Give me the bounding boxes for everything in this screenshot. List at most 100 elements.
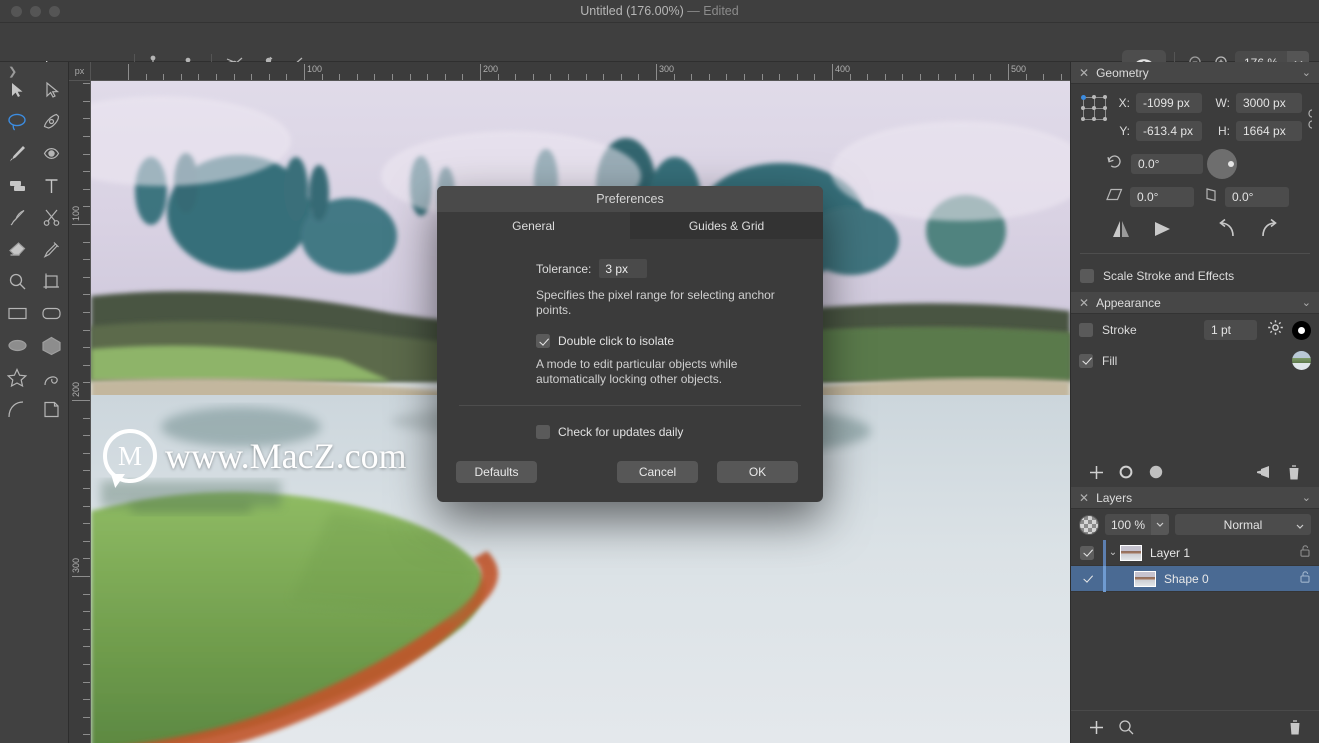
scale-stroke-row[interactable]: Scale Stroke and Effects xyxy=(1071,269,1319,292)
close-x-icon[interactable]: ✕ xyxy=(1079,67,1089,79)
tolerance-input[interactable]: 3 px xyxy=(599,259,648,278)
lock-open-icon[interactable] xyxy=(1300,545,1310,560)
chevron-down-icon[interactable]: ⌄ xyxy=(1302,66,1311,79)
y-input[interactable]: -613.4 px xyxy=(1136,121,1202,141)
rotate-right-icon[interactable] xyxy=(1252,217,1286,241)
arc-tool[interactable] xyxy=(0,398,35,421)
chevron-down-icon[interactable] xyxy=(1151,514,1170,535)
geometry-panel-header[interactable]: ✕ Geometry ⌄ xyxy=(1071,62,1319,84)
ruler-tick xyxy=(444,74,446,80)
horizontal-ruler[interactable]: 100 200 300 400 500 xyxy=(91,62,1070,81)
blend-mode-select[interactable]: Normal xyxy=(1175,514,1311,535)
link-chain-icon[interactable] xyxy=(1307,108,1316,133)
ruler-tick xyxy=(462,74,464,80)
flip-horizontal-icon[interactable] xyxy=(1104,217,1138,241)
new-stroke-icon[interactable] xyxy=(1111,459,1141,485)
isolate-checkbox[interactable] xyxy=(536,334,550,348)
updates-checkbox[interactable] xyxy=(536,425,550,439)
fill-tool[interactable] xyxy=(35,142,70,165)
layer-name[interactable]: Layer 1 xyxy=(1150,546,1300,560)
search-layer-icon[interactable] xyxy=(1111,714,1141,740)
table-row[interactable]: Shape 0 xyxy=(1071,565,1319,592)
effects-icon[interactable] xyxy=(1249,459,1279,485)
layer-visibility-checkbox[interactable] xyxy=(1080,545,1094,560)
shape-builder-tool[interactable] xyxy=(0,174,35,197)
stroke-checkbox[interactable] xyxy=(1079,323,1093,337)
new-fill-icon[interactable] xyxy=(1141,459,1171,485)
h-input[interactable]: 1664 px xyxy=(1236,121,1302,141)
layer-opacity-input[interactable]: 100 % xyxy=(1105,514,1152,535)
chevron-down-icon[interactable] xyxy=(1296,518,1304,532)
table-row[interactable]: ⌄ Layer 1 xyxy=(1071,539,1319,566)
eraser-tool[interactable] xyxy=(0,238,35,261)
cancel-button[interactable]: Cancel xyxy=(617,461,698,483)
h-label: H: xyxy=(1218,124,1230,138)
zoom-tool[interactable] xyxy=(0,270,35,293)
checker-opacity-icon[interactable] xyxy=(1079,514,1099,535)
fill-color-swatch[interactable] xyxy=(1292,351,1311,370)
ok-button[interactable]: OK xyxy=(717,461,798,483)
isolate-row[interactable]: Double click to isolate xyxy=(536,334,823,348)
spiral-tool[interactable] xyxy=(35,366,70,389)
page-shape-tool[interactable] xyxy=(35,398,70,421)
gear-icon[interactable] xyxy=(1267,319,1284,341)
scissors-tool[interactable] xyxy=(35,206,70,229)
stroke-color-swatch[interactable] xyxy=(1292,320,1311,340)
text-tool[interactable] xyxy=(35,174,70,197)
vertical-ruler[interactable]: 100 200 300 xyxy=(69,81,91,743)
scale-stroke-checkbox[interactable] xyxy=(1080,269,1094,283)
pen-tool[interactable] xyxy=(35,110,70,133)
updates-row[interactable]: Check for updates daily xyxy=(536,425,823,439)
polygon-tool[interactable] xyxy=(35,334,70,357)
fill-row[interactable]: Fill xyxy=(1071,346,1319,375)
stroke-row[interactable]: Stroke 1 pt xyxy=(1071,314,1319,346)
ruler-tick xyxy=(761,74,763,80)
anchor-point-selector[interactable] xyxy=(1080,93,1110,127)
w-input[interactable]: 3000 px xyxy=(1236,93,1302,113)
flip-vertical-icon[interactable] xyxy=(1146,217,1180,241)
stroke-width-input[interactable]: 1 pt xyxy=(1204,320,1257,340)
rotation-dial[interactable] xyxy=(1207,149,1237,179)
appearance-panel-header[interactable]: ✕ Appearance ⌄ xyxy=(1071,292,1319,314)
main-toolbar: Lasso xyxy=(0,23,1319,76)
chevron-down-icon[interactable]: ⌄ xyxy=(1302,296,1311,309)
chevron-right-icon[interactable]: ❯ xyxy=(8,65,17,78)
node-tool[interactable] xyxy=(35,78,70,101)
layer-name[interactable]: Shape 0 xyxy=(1164,572,1300,586)
rotate-ccw-icon[interactable] xyxy=(1106,153,1123,175)
shear-y-input[interactable]: 0.0° xyxy=(1225,187,1289,207)
fill-checkbox[interactable] xyxy=(1079,353,1093,368)
ruler-unit-label[interactable]: px xyxy=(69,62,91,81)
chevron-down-icon[interactable]: ⌄ xyxy=(1106,547,1120,558)
paint-brush-tool[interactable] xyxy=(0,142,35,165)
knife-tool[interactable] xyxy=(0,206,35,229)
shear-horizontal-icon xyxy=(1106,187,1123,207)
rotation-input[interactable]: 0.0° xyxy=(1131,154,1203,174)
add-icon[interactable] xyxy=(1081,459,1111,485)
close-x-icon[interactable]: ✕ xyxy=(1079,297,1089,309)
ellipse-tool[interactable] xyxy=(0,334,35,357)
star-tool[interactable] xyxy=(0,366,35,389)
add-layer-icon[interactable] xyxy=(1081,714,1111,740)
x-input[interactable]: -1099 px xyxy=(1136,93,1202,113)
rectangle-tool[interactable] xyxy=(0,302,35,325)
rounded-rectangle-tool[interactable] xyxy=(35,302,70,325)
trash-icon[interactable] xyxy=(1280,714,1310,740)
close-x-icon[interactable]: ✕ xyxy=(1079,492,1089,504)
shear-x-input[interactable]: 0.0° xyxy=(1130,187,1194,207)
lasso-tool[interactable] xyxy=(0,110,35,133)
chevron-down-icon[interactable]: ⌄ xyxy=(1302,491,1311,504)
tab-guides-and-grid[interactable]: Guides & Grid xyxy=(630,212,823,239)
tab-general[interactable]: General xyxy=(437,212,630,239)
ruler-tick xyxy=(83,681,90,683)
eyedropper-tool[interactable] xyxy=(35,238,70,261)
defaults-button[interactable]: Defaults xyxy=(456,461,537,483)
trash-icon[interactable] xyxy=(1279,459,1309,485)
layers-panel-header[interactable]: ✕ Layers ⌄ xyxy=(1071,487,1319,509)
move-tool[interactable] xyxy=(0,78,35,101)
lock-open-icon[interactable] xyxy=(1300,571,1310,586)
crop-tool[interactable] xyxy=(35,270,70,293)
ruler-tick xyxy=(83,734,90,736)
rotate-left-icon[interactable] xyxy=(1210,217,1244,241)
layer-visibility-checkbox[interactable] xyxy=(1080,572,1094,586)
